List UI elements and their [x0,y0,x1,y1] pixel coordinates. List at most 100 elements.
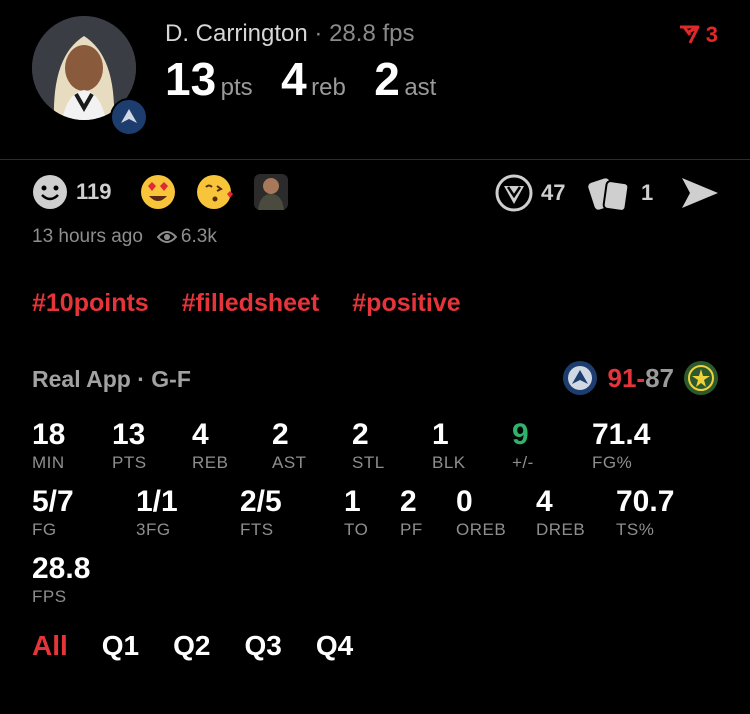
points-unit: pts [220,74,253,101]
storm-logo-icon [684,361,718,395]
stat-label: PF [400,520,423,539]
hashtag-link[interactable]: #filledsheet [182,289,320,318]
flag-count: 3 [705,22,718,47]
share-button[interactable] [680,176,720,215]
stat-label: AST [272,453,307,472]
heart-eyes-emoji-icon [141,175,175,209]
header-divider [0,159,750,160]
cards-count: 1 [641,180,654,205]
stat-label: FPS [32,587,67,606]
fps-value: 28.8 fps [329,20,415,47]
headline-stats: 13 pts 4 reb 2 ast [165,52,460,106]
flag-indicator[interactable]: 3 [678,22,718,48]
post-meta: 13 hours ago 6.3k [32,226,217,248]
cards-icon [588,178,630,212]
stat-pf: 2 PF [400,486,423,540]
game-label: Real App · G-F [32,366,191,392]
stat-label: 3FG [136,520,171,539]
stat-ast: 2 AST [272,419,307,473]
stat-min: 18 MIN [32,419,65,473]
name-separator: · [314,20,323,47]
heart-eyes-emoji[interactable] [140,174,176,215]
stat-value: 71.4 [592,418,651,451]
stat-value: 1/1 [136,485,178,518]
stat-value: 1 [432,418,449,451]
assists-value: 2 [374,53,400,105]
send-icon [682,178,718,208]
stat-value: 2/5 [240,485,282,518]
stat-value: 13 [112,418,146,451]
quarter-tabs: All Q1 Q2 Q3 Q4 [32,630,353,662]
smile-count: 119 [76,179,112,204]
stat-label: FTS [240,520,274,539]
tab-q4[interactable]: Q4 [316,630,353,662]
stat-value: 2 [352,418,369,451]
stat-label: REB [192,453,229,472]
score-separator: - [636,362,646,393]
stat-label: MIN [32,453,65,472]
stat-to: 1 TO [344,486,368,540]
red-flag-icon [679,25,700,44]
home-score: 91 [607,362,637,393]
hashtag-link[interactable]: #positive [352,289,460,318]
stat-value: 18 [32,418,66,451]
stat-value: 2 [400,485,417,518]
verify-badge-icon [495,174,533,212]
stat-value: 9 [512,418,529,451]
tab-q2[interactable]: Q2 [173,630,210,662]
stat-stl: 2 STL [352,419,385,473]
kiss-emoji-icon [197,175,233,209]
smile-icon [33,175,67,209]
assists-unit: ast [404,74,437,101]
stat-value: 0 [456,485,473,518]
stat-label: FG [32,520,57,539]
stat-ts-pct: 70.7 TS% [616,486,674,540]
stat-label: TO [344,520,369,539]
tab-q3[interactable]: Q3 [245,630,282,662]
stat-label: BLK [432,453,466,472]
smile-reaction[interactable]: 119 [32,174,112,210]
stat-value: 1 [344,485,361,518]
stat-label: FG% [592,453,633,472]
stat-3fg: 1/1 3FG [136,486,178,540]
views: 6.3k [156,226,217,248]
player-name[interactable]: D. Carrington [165,20,308,47]
stat-fts: 2/5 FTS [240,486,282,540]
sticker-reaction[interactable] [252,172,290,217]
lynx-logo-icon [563,361,598,395]
stat-value: 4 [192,418,209,451]
score-text: 91-87 [607,363,674,394]
hashtag-list: #10points #filledsheet #positive [32,289,461,318]
sticker-face-icon [254,174,288,210]
stat-plus-minus: 9 +/- [512,419,534,473]
stat-value: 28.8 [32,552,91,585]
stat-value: 4 [536,485,553,518]
stat-value: 2 [272,418,289,451]
stat-label: +/- [512,453,534,472]
rebounds-value: 4 [281,53,307,105]
stat-oreb: 0 OREB [456,486,506,540]
rebounds-unit: reb [311,74,346,101]
kiss-emoji[interactable] [197,174,235,215]
stat-label: PTS [112,453,147,472]
hashtag-link[interactable]: #10points [32,289,149,318]
stat-label: TS% [616,520,655,539]
tab-q1[interactable]: Q1 [102,630,139,662]
stat-value: 70.7 [616,485,675,518]
time-ago: 13 hours ago [32,226,143,247]
stat-reb: 4 REB [192,419,228,473]
stat-fps: 28.8 FPS [32,553,90,607]
stat-pts: 13 PTS [112,419,147,473]
tab-all[interactable]: All [32,630,68,662]
verify-reaction[interactable]: 47 [495,174,565,212]
views-count: 6.3k [180,226,217,247]
stat-fg: 5/7 FG [32,486,74,540]
cards-reaction[interactable]: 1 [587,174,653,212]
stat-label: OREB [456,520,507,539]
player-name-row: D. Carrington · 28.8 fps [165,20,414,48]
stat-blk: 1 BLK [432,419,466,473]
team-badge-icon [110,98,148,136]
stat-label: STL [352,453,385,472]
points-value: 13 [165,53,217,105]
game-score[interactable]: 91-87 [563,361,718,395]
